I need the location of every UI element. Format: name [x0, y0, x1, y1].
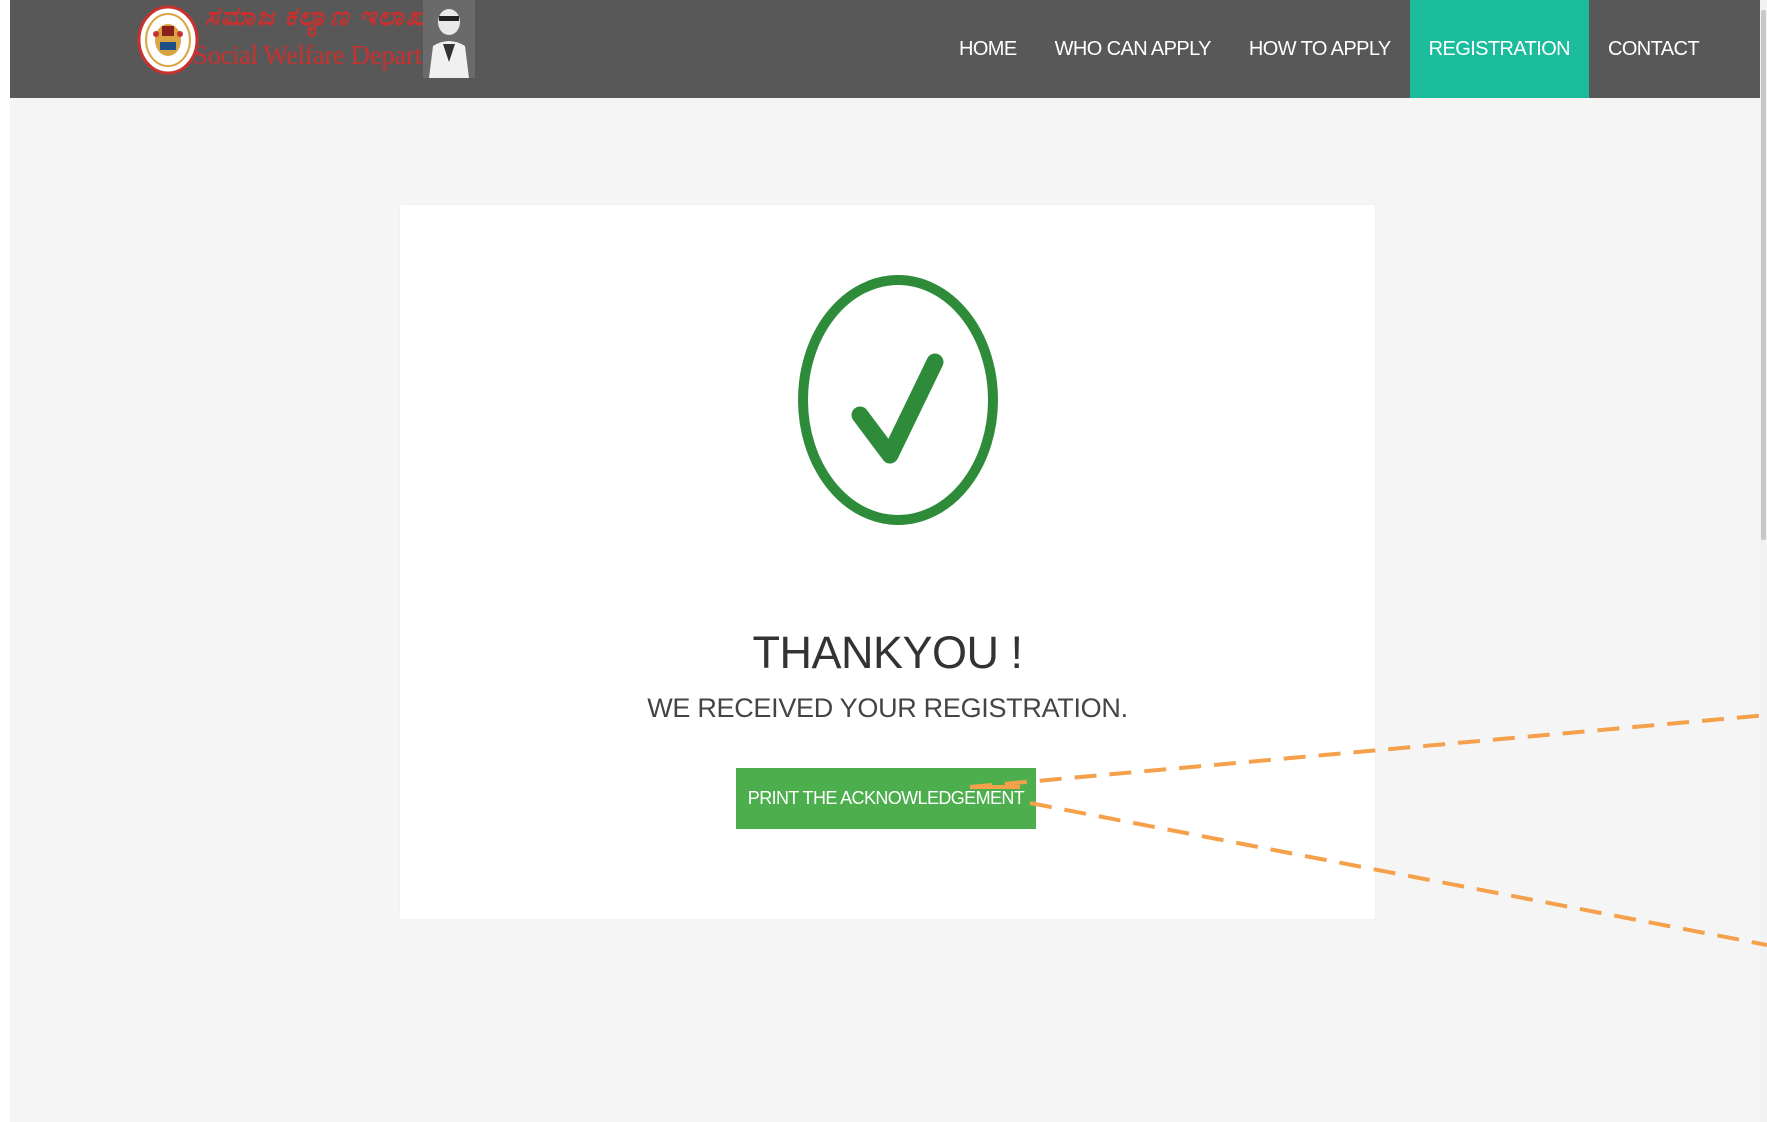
nav-item-who-can-apply[interactable]: WHO CAN APPLY	[1036, 0, 1230, 98]
brand-kannada-title: ಸಮಾಜ ಕಲ್ಯಾಣ ಇಲಾಖೆ	[205, 2, 428, 31]
karnataka-emblem-icon	[137, 5, 199, 75]
nav-item-registration[interactable]: REGISTRATION	[1409, 0, 1589, 98]
scrollbar-thumb[interactable]	[1761, 10, 1766, 540]
page-viewport: ಸಮಾಜ ಕಲ್ಯಾಣ ಇಲಾಖೆ Social Welfare Departm…	[10, 0, 1762, 1122]
portrait-icon	[423, 0, 475, 78]
nav-item-label: REGISTRATION	[1428, 37, 1571, 60]
nav-item-label: WHO CAN APPLY	[1054, 37, 1212, 60]
print-button-label: PRINT THE ACKNOWLEDGEMENT	[747, 788, 1025, 808]
thank-you-heading: THANKYOU !	[752, 627, 1023, 678]
nav-item-label: CONTACT	[1608, 37, 1700, 60]
top-navbar: ಸಮಾಜ ಕಲ್ಯಾಣ ಇಲಾಖೆ Social Welfare Departm…	[10, 0, 1762, 98]
confirmation-card: THANKYOU ! WE RECEIVED YOUR REGISTRATION…	[400, 205, 1375, 919]
print-acknowledgement-button[interactable]: PRINT THE ACKNOWLEDGEMENT	[736, 768, 1036, 829]
check-circle-icon	[798, 275, 998, 525]
brand-logo[interactable]: ಸಮಾಜ ಕಲ್ಯಾಣ ಇಲಾಖೆ Social Welfare Departm…	[125, 0, 475, 80]
nav-item-contact[interactable]: CONTACT	[1589, 0, 1718, 98]
main-nav: HOME WHO CAN APPLY HOW TO APPLY REGISTRA…	[940, 0, 1718, 98]
registration-received-text: WE RECEIVED YOUR REGISTRATION.	[647, 693, 1128, 723]
nav-item-how-to-apply[interactable]: HOW TO APPLY	[1230, 0, 1410, 98]
nav-item-label: HOME	[959, 37, 1017, 60]
nav-item-label: HOW TO APPLY	[1248, 37, 1391, 60]
nav-item-home[interactable]: HOME	[940, 0, 1036, 98]
